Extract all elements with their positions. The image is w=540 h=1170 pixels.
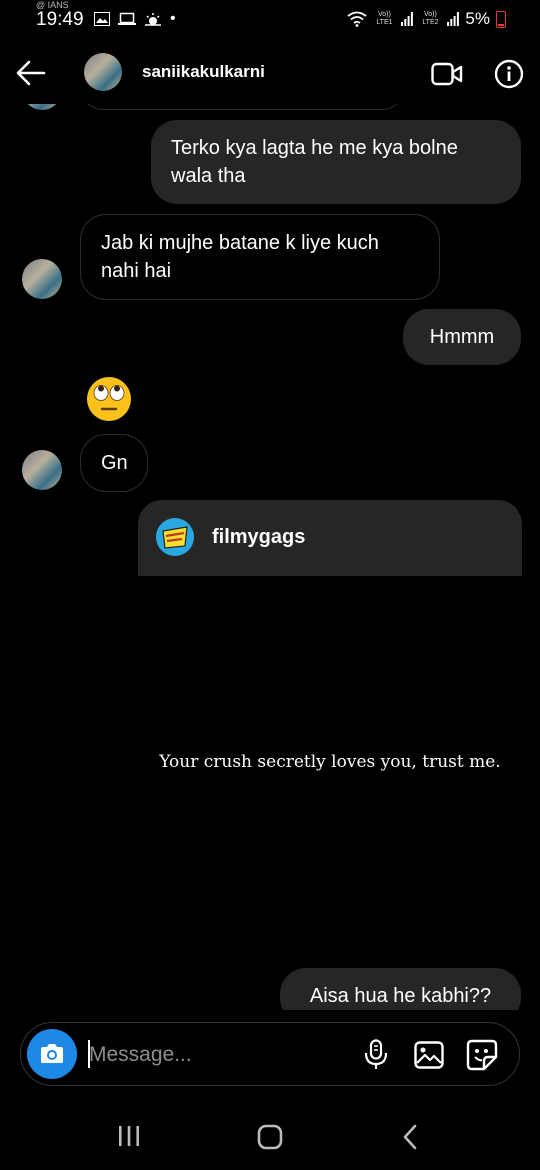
sim1-label: Vo)) LTE1 — [376, 11, 393, 26]
sim2-label: Vo)) LTE2 — [422, 11, 439, 26]
text-cursor — [88, 1040, 90, 1068]
rolling-eyes-emoji[interactable] — [86, 376, 132, 422]
more-notifications-dot: • — [170, 10, 176, 27]
arrow-left-icon — [16, 60, 46, 86]
message-composer — [20, 1022, 520, 1086]
shared-account-avatar[interactable] — [156, 518, 194, 556]
partial-previous-message — [80, 104, 405, 110]
weather-notification-icon — [145, 13, 161, 26]
video-call-button[interactable] — [431, 62, 463, 91]
message-bubble-outgoing[interactable]: Hmmm — [403, 309, 521, 365]
message-bubble-outgoing[interactable]: Terko kya lagta he me kya bolne wala tha — [151, 120, 521, 204]
home-icon — [257, 1124, 283, 1150]
chat-header: saniikakulkarni — [0, 40, 540, 104]
home-button[interactable] — [257, 1124, 283, 1155]
sticker-button[interactable] — [466, 1039, 498, 1076]
message-bubble-incoming[interactable]: Gn — [80, 434, 148, 492]
shared-account-name[interactable]: filmygags — [212, 526, 305, 549]
message-text: Terko kya lagta he me kya bolne wala tha — [171, 137, 458, 187]
recents-icon — [119, 1126, 139, 1146]
wifi-icon — [347, 11, 367, 27]
system-nav-bar — [0, 1104, 540, 1170]
message-bubble-outgoing[interactable]: Aisa hua he kabhi?? — [280, 968, 521, 1010]
battery-percent: 5% — [465, 9, 490, 28]
signal-sim1-icon — [401, 12, 414, 26]
shared-post-image[interactable]: Your crush secretly loves you, trust me. — [138, 576, 522, 961]
shared-post-header[interactable]: filmygags — [138, 500, 522, 576]
message-text: Gn — [101, 452, 128, 474]
camera-button[interactable] — [27, 1029, 77, 1079]
gallery-icon — [414, 1041, 444, 1069]
message-text: Jab ki mujhe batane k liye kuch nahi hai — [101, 232, 379, 282]
status-right: Vo)) LTE1 Vo)) LTE2 5% — [347, 9, 506, 29]
laptop-notification-icon — [118, 12, 136, 25]
info-button[interactable] — [494, 59, 524, 94]
filmygags-logo-icon — [156, 518, 194, 556]
message-thread[interactable]: Terko kya lagta he me kya bolne wala tha… — [0, 104, 540, 1010]
nav-back-icon — [403, 1124, 417, 1150]
notification-icons: • — [94, 10, 176, 28]
voice-message-button[interactable] — [363, 1039, 389, 1076]
message-bubble-incoming[interactable]: Jab ki mujhe batane k liye kuch nahi hai — [80, 214, 440, 300]
contact-username[interactable]: saniikakulkarni — [142, 62, 265, 82]
message-text: Hmmm — [429, 326, 495, 348]
nav-back-button[interactable] — [400, 1124, 420, 1155]
sender-avatar — [22, 104, 62, 110]
sticker-icon — [466, 1039, 498, 1071]
gallery-button[interactable] — [414, 1041, 444, 1074]
recents-button[interactable] — [118, 1124, 140, 1153]
camera-icon — [41, 1044, 63, 1063]
gallery-notification-icon — [94, 12, 110, 26]
status-bar: @ IANS 19:49 • Vo)) LTE1 Vo)) LTE2 5% — [0, 0, 540, 40]
signal-sim2-icon — [447, 12, 460, 26]
face-with-rolling-eyes-icon — [87, 377, 131, 421]
back-button[interactable] — [14, 56, 48, 90]
status-time: 19:49 — [36, 9, 84, 30]
sender-avatar — [22, 259, 62, 299]
sender-avatar — [22, 450, 62, 490]
info-icon — [494, 59, 524, 89]
video-camera-icon — [431, 62, 463, 86]
battery-icon — [496, 10, 506, 28]
message-text: Aisa hua he kabhi?? — [309, 985, 492, 1007]
contact-avatar[interactable] — [84, 53, 122, 91]
message-input[interactable] — [87, 1035, 351, 1075]
microphone-icon — [364, 1039, 388, 1069]
shared-post-caption: Your crush secretly loves you, trust me. — [159, 752, 501, 772]
